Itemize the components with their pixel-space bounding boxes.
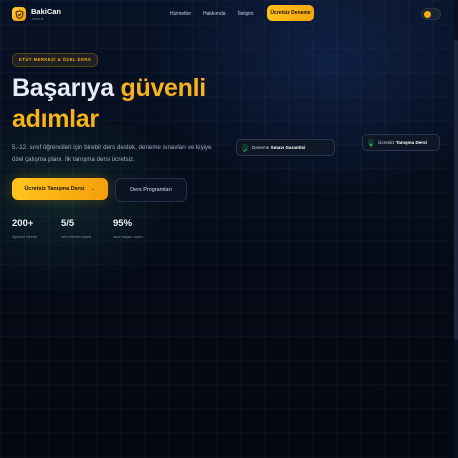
sparkle-icon <box>368 139 374 148</box>
nav-link-services[interactable]: Hizmetler <box>170 11 191 17</box>
arrow-right-icon: → <box>90 186 96 192</box>
intro-lesson-strong: Tanışma Dersi <box>395 140 427 145</box>
background-grid <box>0 0 458 458</box>
check-icon <box>242 144 248 153</box>
intro-lesson-card: Ücretsiz Tanışma Dersi <box>362 134 440 151</box>
hero-title-line-2: adımlar <box>12 105 99 133</box>
free-intro-lesson-button[interactable]: Ücretsiz Tanışma Dersi → <box>12 178 108 200</box>
top-navbar: BakiCan .com.tr Hizmetler Hakkımda İleti… <box>0 0 458 28</box>
hero-description: 5.-12. sınıf öğrencileri için birebir de… <box>12 144 212 163</box>
brand-domain: .com.tr <box>31 16 44 21</box>
course-programs-button[interactable]: Ders Programları <box>115 178 187 202</box>
stat-satisfaction-value: 5/5 <box>61 218 75 229</box>
exam-guarantee-card: Deneme Sınavı Garantisi <box>236 139 335 156</box>
theme-toggle[interactable] <box>421 8 441 20</box>
scrollbar-thumb[interactable] <box>454 40 458 340</box>
stat-students-value: 200+ <box>12 218 34 229</box>
hero-title-part: Başarıya <box>12 74 121 102</box>
logo-icon[interactable] <box>12 7 26 21</box>
nav-link-about[interactable]: Hakkımda <box>203 11 226 17</box>
stat-satisfaction-label: veli memnuniyeti <box>61 234 91 239</box>
free-intro-lesson-label: Ücretsiz Tanışma Dersi <box>24 186 85 192</box>
stat-students-label: öğrenci birebir <box>12 234 38 239</box>
hero-title-highlight: güvenli <box>120 74 207 102</box>
brand-name[interactable]: BakiCan <box>31 7 61 16</box>
exam-guarantee-prefix: Deneme <box>252 145 271 150</box>
stat-success-label: okul başarı oranı <box>113 234 143 239</box>
stat-success-value: 95% <box>113 218 133 229</box>
shield-check-icon <box>15 9 23 19</box>
nav-trial-button[interactable]: Ücretsiz Deneme <box>267 5 314 21</box>
nav-link-contact[interactable]: İletişim <box>238 11 254 17</box>
exam-guarantee-strong: Sınavı Garantisi <box>270 145 306 150</box>
intro-lesson-prefix: Ücretsiz <box>378 140 396 145</box>
page-scrollbar[interactable] <box>454 0 458 458</box>
hero-badge: ETÜT MERKEZİ & ÖZEL DERS <box>12 53 99 67</box>
sun-icon <box>424 10 431 18</box>
hero-title-line-1: Başarıya güvenli <box>12 76 206 101</box>
